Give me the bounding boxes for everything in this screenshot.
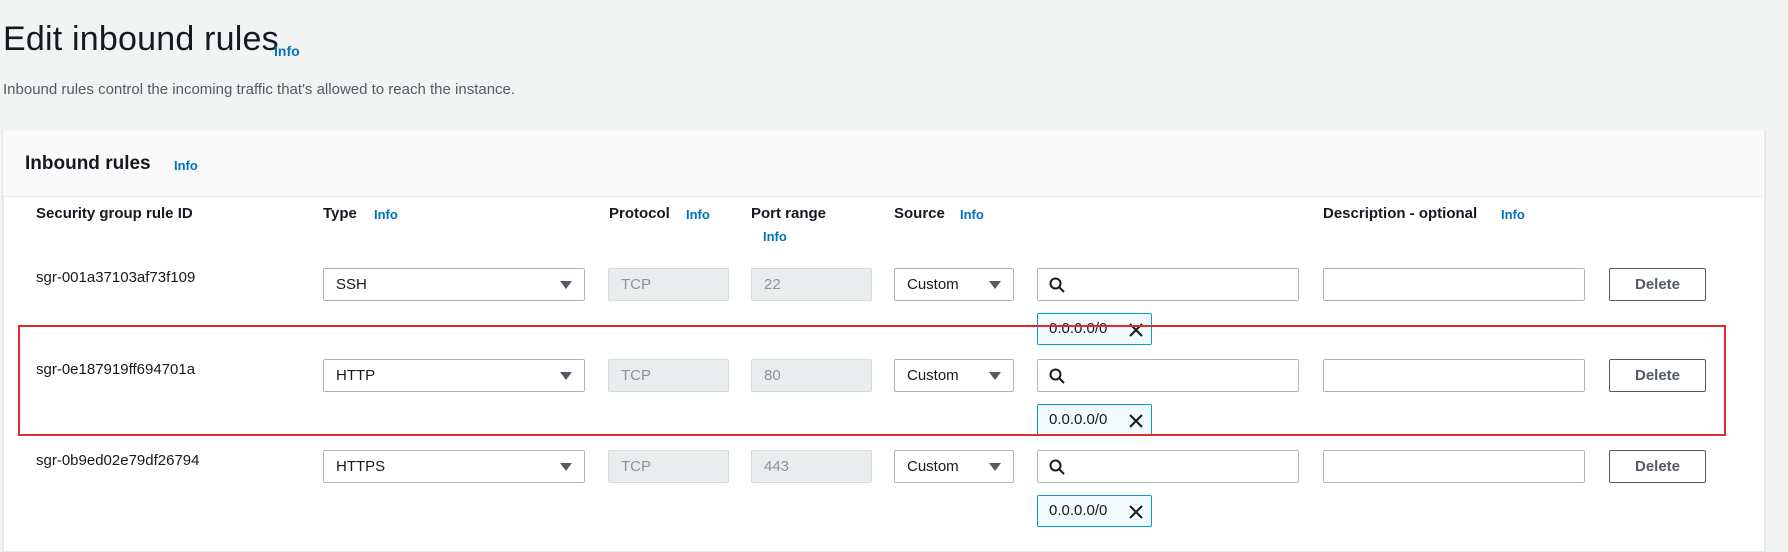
delete-rule-button[interactable]: Delete: [1609, 359, 1706, 392]
source-select[interactable]: Custom: [894, 450, 1014, 483]
port-range-field: 443: [751, 450, 872, 483]
caret-down-icon: [560, 281, 572, 289]
caret-down-icon: [560, 372, 572, 380]
type-select-value: HTTP: [336, 367, 376, 384]
cidr-token-label: 0.0.0.0/0: [1049, 320, 1108, 337]
panel-title: Inbound rules: [25, 153, 151, 174]
cidr-token-label: 0.0.0.0/0: [1049, 502, 1108, 519]
column-header-description: Description - optional: [1323, 205, 1478, 222]
source-info-link[interactable]: Info: [960, 207, 984, 222]
cidr-search-input[interactable]: [1074, 454, 1294, 481]
cidr-search-box[interactable]: [1037, 359, 1299, 392]
cidr-search-input[interactable]: [1074, 272, 1294, 299]
delete-rule-button[interactable]: Delete: [1609, 268, 1706, 301]
description-input[interactable]: [1323, 450, 1585, 483]
description-input[interactable]: [1323, 268, 1585, 301]
caret-down-icon: [989, 372, 1001, 380]
rule-id: sgr-0e187919ff694701a: [36, 361, 196, 378]
search-icon: [1049, 368, 1065, 384]
column-header-rule-id: Security group rule ID: [36, 205, 193, 222]
caret-down-icon: [989, 463, 1001, 471]
caret-down-icon: [989, 281, 1001, 289]
cidr-token-label: 0.0.0.0/0: [1049, 411, 1108, 428]
port-range-field: 22: [751, 268, 872, 301]
protocol-info-link[interactable]: Info: [686, 207, 710, 222]
protocol-field: TCP: [608, 359, 729, 392]
search-icon: [1049, 277, 1065, 293]
source-select-value: Custom: [907, 367, 959, 384]
rule-id: sgr-0b9ed02e79df26794: [36, 452, 200, 469]
port-range-field: 80: [751, 359, 872, 392]
type-info-link[interactable]: Info: [374, 207, 398, 222]
column-header-protocol: Protocol: [609, 205, 670, 222]
rule-id: sgr-001a37103af73f109: [36, 269, 196, 286]
protocol-field: TCP: [608, 268, 729, 301]
protocol-field: TCP: [608, 450, 729, 483]
close-icon[interactable]: [1128, 504, 1144, 520]
description-input[interactable]: [1323, 359, 1585, 392]
caret-down-icon: [560, 463, 572, 471]
panel-header: [3, 130, 1763, 197]
close-icon[interactable]: [1128, 413, 1144, 429]
page-subtitle: Inbound rules control the incoming traff…: [3, 81, 516, 98]
column-header-type: Type: [323, 205, 357, 222]
source-select-value: Custom: [907, 276, 959, 293]
source-select-value: Custom: [907, 458, 959, 475]
source-select[interactable]: Custom: [894, 359, 1014, 392]
column-header-port-range: Port range: [751, 205, 827, 222]
cidr-token: 0.0.0.0/0: [1037, 404, 1152, 436]
cidr-token: 0.0.0.0/0: [1037, 313, 1152, 345]
cidr-search-box[interactable]: [1037, 450, 1299, 483]
type-select[interactable]: SSH: [323, 268, 585, 301]
search-icon: [1049, 459, 1065, 475]
column-header-source: Source: [894, 205, 945, 222]
type-select[interactable]: HTTP: [323, 359, 585, 392]
close-icon[interactable]: [1128, 322, 1144, 338]
cidr-search-input[interactable]: [1074, 363, 1294, 390]
type-select-value: HTTPS: [336, 458, 386, 475]
panel-info-link[interactable]: Info: [174, 158, 198, 173]
cidr-token: 0.0.0.0/0: [1037, 495, 1152, 527]
type-select[interactable]: HTTPS: [323, 450, 585, 483]
delete-rule-button[interactable]: Delete: [1609, 450, 1706, 483]
cidr-search-box[interactable]: [1037, 268, 1299, 301]
port-range-info-link[interactable]: Info: [763, 229, 787, 244]
type-select-value: SSH: [336, 276, 367, 293]
description-info-link[interactable]: Info: [1501, 207, 1525, 222]
page-title-info-link[interactable]: Info: [274, 43, 300, 59]
source-select[interactable]: Custom: [894, 268, 1014, 301]
page-title: Edit inbound rules: [3, 20, 279, 58]
